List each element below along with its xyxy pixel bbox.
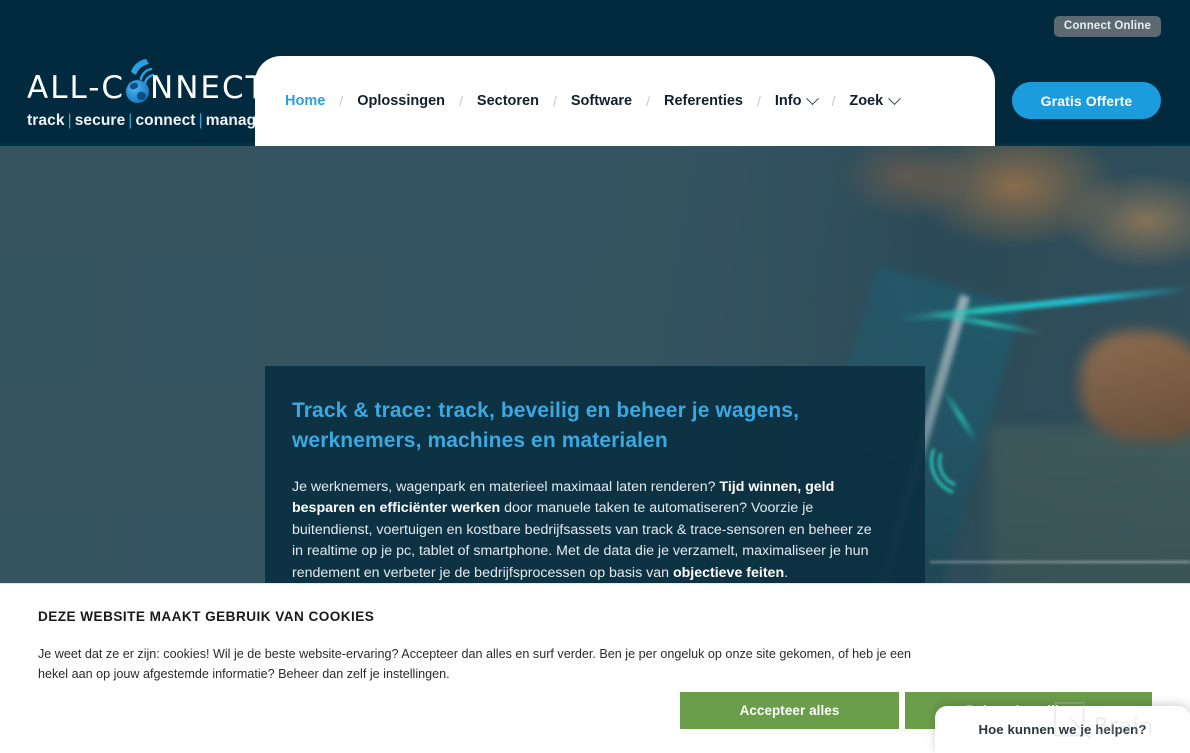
nav-separator: / bbox=[339, 93, 344, 109]
nav-separator: / bbox=[756, 93, 761, 109]
nav-item-label: Home bbox=[285, 93, 326, 109]
chat-widget-label: Hoe kunnen we je helpen? bbox=[978, 722, 1147, 737]
nav-item-label: Sectoren bbox=[476, 93, 539, 109]
tagline-sep-2: | bbox=[128, 112, 133, 129]
hero-section: Track & trace: track, beveilig en beheer… bbox=[0, 146, 1190, 583]
hero-body-part-1: Je werknemers, wagenpark en materieel ma… bbox=[292, 478, 720, 495]
chevron-down-icon bbox=[888, 91, 902, 105]
nav-item-label: Zoek bbox=[849, 93, 884, 109]
nav-item-home[interactable]: Home bbox=[285, 93, 325, 109]
nav-item-info[interactable]: Info bbox=[774, 91, 820, 109]
nav-item-software[interactable]: Software bbox=[571, 93, 632, 109]
nav-item-oplossingen[interactable]: Oplossingen bbox=[357, 93, 445, 109]
nav-item-referenties[interactable]: Referenties bbox=[664, 93, 743, 109]
nav-item-zoek[interactable]: Zoek bbox=[849, 91, 902, 109]
tagline-connect: connect bbox=[135, 112, 196, 129]
site-header: Connect Online ALL-C NNECTS track | secure |… bbox=[0, 0, 1190, 146]
nav-separator: / bbox=[459, 93, 463, 109]
logo-wordmark: ALL-C NNECTS bbox=[27, 69, 286, 107]
page-root: Connect Online ALL-C NNECTS track | secure |… bbox=[0, 0, 1190, 753]
connect-online-button[interactable]: Connect Online bbox=[1053, 16, 1161, 37]
nav-item-label: Info bbox=[774, 93, 802, 109]
globe-icon bbox=[126, 79, 150, 103]
gratis-offerte-button[interactable]: Gratis Offerte bbox=[1012, 82, 1161, 119]
nav-separator: / bbox=[646, 93, 650, 109]
accept-all-cookies-button[interactable]: Accepteer alles bbox=[680, 692, 899, 729]
logo-word-pre: ALL-C bbox=[27, 70, 126, 106]
chat-widget[interactable]: Hoe kunnen we je helpen? bbox=[935, 706, 1190, 753]
tagline-secure: secure bbox=[74, 112, 126, 129]
cookie-banner-title: DEZE WEBSITE MAAKT GEBRUIK VAN COOKIES bbox=[38, 609, 375, 624]
logo-tagline: track | secure | connect | manage bbox=[27, 112, 265, 130]
nav-separator: / bbox=[831, 93, 836, 109]
hero-body-part-3: . bbox=[784, 564, 789, 581]
nav-item-sectoren[interactable]: Sectoren bbox=[477, 93, 539, 109]
site-logo[interactable]: ALL-C NNECTS track | secure | connect | manage bbox=[27, 56, 286, 138]
hero-title: Track & trace: track, beveilig en beheer… bbox=[292, 399, 799, 452]
tagline-track: track bbox=[27, 112, 65, 129]
hero-text-card: Track & trace: track, beveilig en beheer… bbox=[265, 366, 925, 583]
tagline-sep-3: | bbox=[198, 112, 203, 129]
nav-item-label: Software bbox=[570, 93, 633, 109]
tagline-sep-1: | bbox=[67, 112, 72, 129]
cookie-banner-text: Je weet dat ze er zijn: cookies! Wil je … bbox=[38, 647, 911, 682]
hero-body-bold-2: objectieve feiten bbox=[672, 564, 785, 581]
nav-separator: / bbox=[552, 93, 557, 109]
nav-item-label: Referenties bbox=[664, 93, 743, 109]
nav-item-label: Oplossingen bbox=[357, 93, 446, 109]
hero-body-text: Je werknemers, wagenpark en materieel ma… bbox=[292, 477, 883, 583]
nav-card: Home / Oplossingen / Sectoren / Software / Refer… bbox=[255, 56, 995, 146]
main-navigation: Home / Oplossingen / Sectoren / Software / Refer… bbox=[285, 56, 902, 146]
